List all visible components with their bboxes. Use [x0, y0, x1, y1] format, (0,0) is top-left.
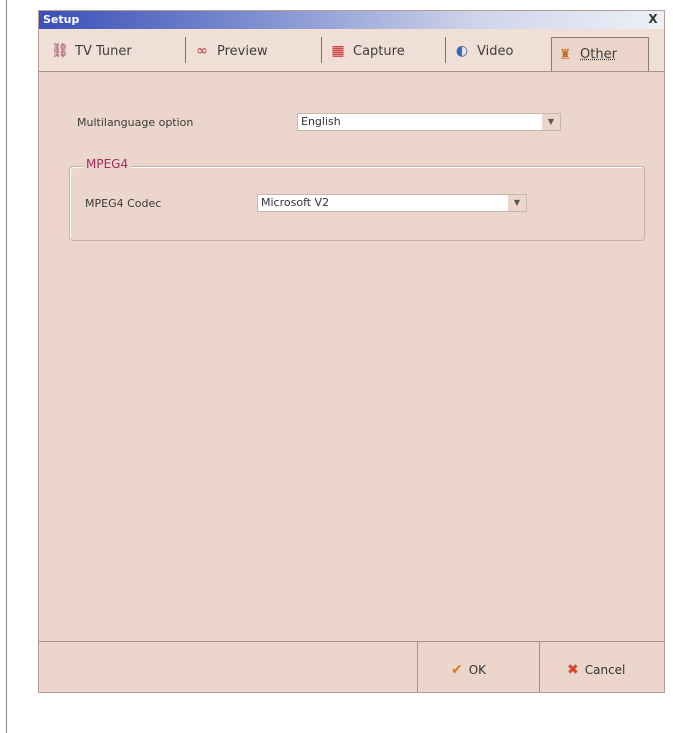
- checkmark-icon: ✔: [451, 662, 463, 678]
- left-border-line: [6, 0, 7, 733]
- video-icon: ◐: [455, 43, 469, 59]
- mpeg4-codec-label: MPEG4 Codec: [85, 197, 162, 210]
- tab-label: Video: [477, 43, 514, 59]
- tab-preview[interactable]: ∞ Preview: [189, 39, 317, 63]
- title-bar: Setup X: [39, 11, 664, 29]
- chevron-down-icon[interactable]: ▼: [508, 195, 526, 211]
- chevron-down-icon[interactable]: ▼: [542, 114, 560, 130]
- mpeg4-codec-select[interactable]: Microsoft V2 ▼: [257, 194, 527, 212]
- mpeg4-codec-value: Microsoft V2: [261, 196, 330, 209]
- mpeg4-group-title: MPEG4: [83, 157, 132, 171]
- tab-label: TV Tuner: [75, 43, 132, 59]
- cancel-x-icon: ✖: [567, 662, 579, 678]
- cancel-button[interactable]: ✖ Cancel: [567, 659, 625, 681]
- capture-icon: ▦: [331, 43, 345, 59]
- tab-separator: [445, 37, 446, 63]
- tab-separator: [321, 37, 322, 63]
- multilanguage-label: Multilanguage option: [77, 116, 194, 129]
- setup-dialog: Setup X ⛓ TV Tuner ∞ Preview ▦ Capture ◐…: [38, 10, 665, 693]
- cancel-label: Cancel: [584, 663, 626, 677]
- preview-icon: ∞: [196, 43, 208, 59]
- tab-other[interactable]: ♜ Other: [551, 37, 649, 71]
- tab-separator: [185, 37, 186, 63]
- tv-tuner-icon: ⛓: [51, 43, 69, 59]
- tab-bar: ⛓ TV Tuner ∞ Preview ▦ Capture ◐ Video ♜…: [39, 29, 664, 72]
- tab-tv-tuner[interactable]: ⛓ TV Tuner: [47, 39, 183, 63]
- other-icon: ♜: [558, 46, 572, 63]
- window-title: Setup: [43, 13, 80, 26]
- multilanguage-value: English: [301, 115, 341, 128]
- ok-label: OK: [468, 663, 487, 677]
- tab-label: Capture: [353, 43, 405, 59]
- tab-video[interactable]: ◐ Video: [449, 39, 549, 63]
- close-button[interactable]: X: [646, 13, 660, 26]
- status-pane: [39, 642, 417, 692]
- tab-label: Other: [580, 47, 617, 62]
- tab-label: Preview: [217, 43, 268, 59]
- ok-button[interactable]: ✔ OK: [451, 659, 486, 681]
- multilanguage-select[interactable]: English ▼: [297, 113, 561, 131]
- tab-capture[interactable]: ▦ Capture: [325, 39, 443, 63]
- button-bar: ✔ OK ✖ Cancel: [39, 641, 664, 692]
